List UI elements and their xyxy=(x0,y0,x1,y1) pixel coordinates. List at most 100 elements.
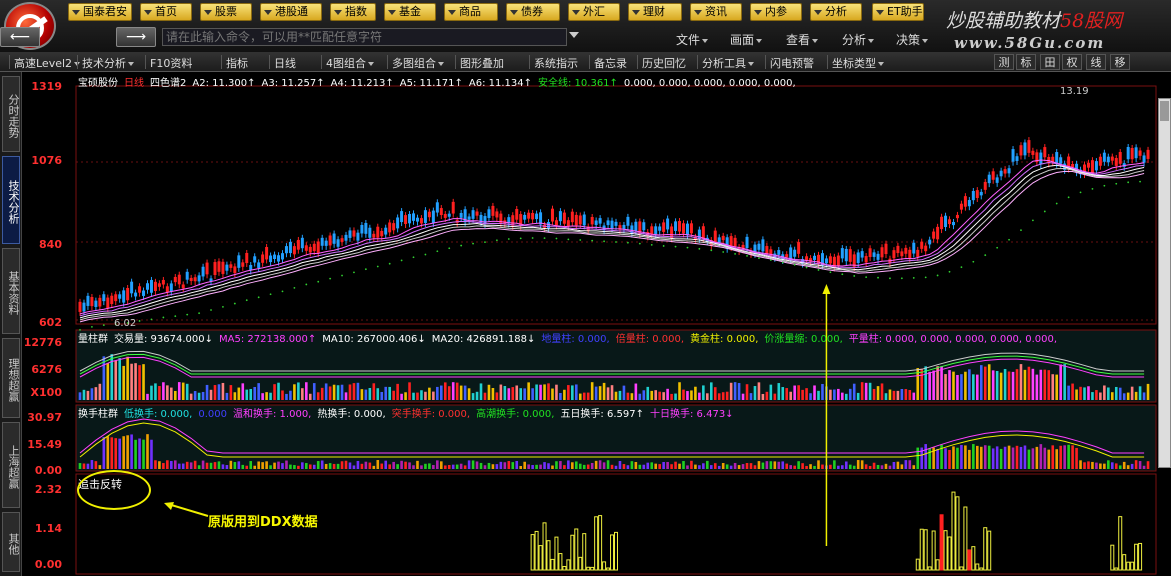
turnover-bar xyxy=(269,465,272,469)
volume-bar xyxy=(837,388,840,400)
turnover-bar xyxy=(737,465,741,469)
volume-bar xyxy=(578,393,582,400)
nav-button-4[interactable]: 指数 xyxy=(330,3,376,21)
turnover-bar xyxy=(563,465,566,469)
volume-bar xyxy=(130,363,133,400)
safety-line-dot xyxy=(710,249,713,252)
turnover-bar xyxy=(507,461,511,469)
candle-body xyxy=(173,276,177,283)
candle-body xyxy=(332,233,336,244)
toolbar-item-0[interactable]: 高速Level2 xyxy=(14,55,80,71)
candle-body xyxy=(328,235,332,246)
toolbar-item-9[interactable]: 备忘录 xyxy=(594,55,627,71)
toolbar-item-6[interactable]: 多图组合 xyxy=(392,55,444,71)
toolbar-item-10[interactable]: 历史回忆 xyxy=(642,55,686,71)
nav-button-13[interactable]: ET助手 xyxy=(872,3,924,21)
nav-button-9[interactable]: 理财 xyxy=(628,3,682,21)
menu-3[interactable]: 分析 xyxy=(842,31,874,48)
nav-button-11[interactable]: 内参 xyxy=(750,3,802,21)
nav-button-1[interactable]: 首页 xyxy=(140,3,192,21)
turnover-bar xyxy=(483,465,487,469)
toolbar-item-3[interactable]: 指标 xyxy=(226,55,248,71)
chart-area[interactable]: 宝硕股份 日线 四色谱2 A2: 11.300↑ A3: 11.257↑ A4: 11.2… xyxy=(22,72,1171,576)
volume-bar xyxy=(181,382,185,400)
candle-body xyxy=(963,196,967,207)
safety-line-dot xyxy=(567,238,570,241)
toolbar-item-4[interactable]: 日线 xyxy=(274,55,296,71)
nav-button-12[interactable]: 分析 xyxy=(810,3,862,21)
turnover-bar xyxy=(995,446,999,469)
scrollbar-thumb[interactable] xyxy=(1160,101,1169,121)
menu-4[interactable]: 决策 xyxy=(896,31,928,48)
toolbar-right-button-5[interactable]: 移 xyxy=(1110,54,1130,70)
candle-body xyxy=(1130,147,1134,160)
nav-button-2[interactable]: 股票 xyxy=(200,3,252,21)
command-dropdown-icon[interactable] xyxy=(569,32,579,38)
safety-line-dot xyxy=(460,244,463,247)
turnover-bar xyxy=(1015,445,1019,469)
toolbar-item-5[interactable]: 4图组合 xyxy=(326,55,374,71)
volume-bar xyxy=(773,393,777,400)
vertical-scrollbar[interactable] xyxy=(1158,98,1171,468)
toolbar-item-2[interactable]: F10资料 xyxy=(150,55,192,71)
turnover-bar xyxy=(380,463,384,469)
y-axis-tick: 840 xyxy=(39,238,62,251)
side-tab-3[interactable]: 理想超赢 xyxy=(2,338,20,418)
toolbar-right-button-1[interactable]: 标 xyxy=(1016,54,1036,70)
toolbar-item-12[interactable]: 闪电预警 xyxy=(770,55,814,71)
toolbar-right-button-4[interactable]: 线 xyxy=(1086,54,1106,70)
volume-bar xyxy=(400,393,403,400)
menu-0[interactable]: 文件 xyxy=(676,31,708,48)
candle-body xyxy=(793,249,797,257)
candle-body xyxy=(1055,152,1059,164)
legend-field: MA5: 272138.000↑ xyxy=(219,334,317,345)
candle-body xyxy=(439,208,443,216)
y-axis-tick: 30.97 xyxy=(27,411,62,424)
legend-label: 量柱群 xyxy=(78,334,108,345)
nav-button-8[interactable]: 外汇 xyxy=(568,3,620,21)
candle-body xyxy=(574,214,578,226)
toolbar-item-13[interactable]: 坐标类型 xyxy=(832,55,884,71)
safety-line-dot xyxy=(329,277,332,280)
turnover-bar xyxy=(432,465,435,469)
volume-bar xyxy=(1099,392,1102,400)
toolbar-right-button-0[interactable]: 测 xyxy=(994,54,1014,70)
nav-button-6[interactable]: 商品 xyxy=(444,3,498,21)
candle-body xyxy=(292,246,296,255)
volume-bar xyxy=(1007,371,1011,400)
turnover-bar xyxy=(817,460,820,469)
candle-body xyxy=(868,248,872,257)
forward-button[interactable]: ⟶ xyxy=(116,27,156,47)
turnover-bar xyxy=(404,461,407,469)
legend-field: 价涨量缩: 0.000, xyxy=(764,334,843,345)
turnover-bar xyxy=(888,465,892,469)
nav-button-7[interactable]: 债券 xyxy=(506,3,560,21)
menu-2[interactable]: 查看 xyxy=(786,31,818,48)
back-button[interactable]: ⟵ xyxy=(0,27,40,47)
command-input[interactable]: 请在此输入命令，可以用**匹配任意字符 xyxy=(162,28,567,46)
nav-button-5[interactable]: 基金 xyxy=(384,3,436,21)
toolbar-item-1[interactable]: 技术分析 xyxy=(82,55,134,71)
nav-button-3[interactable]: 港股通 xyxy=(260,3,322,21)
toolbar-item-11[interactable]: 分析工具 xyxy=(702,55,754,71)
turnover-bar xyxy=(428,463,431,469)
nav-button-10[interactable]: 资讯 xyxy=(690,3,742,21)
turnover-bar xyxy=(1027,449,1031,469)
volume-bar xyxy=(455,382,459,400)
candle-body xyxy=(1106,156,1110,163)
nav-button-0[interactable]: 国泰君安 xyxy=(68,3,132,21)
volume-bar xyxy=(265,392,268,400)
side-tab-1[interactable]: 技术分析 xyxy=(2,156,20,244)
menu-1[interactable]: 画面 xyxy=(730,31,762,48)
candle-body xyxy=(344,234,348,241)
legend-field: 0.000, 0.000, 0.000, 0.000, 0.000, xyxy=(623,78,796,89)
turnover-bar xyxy=(670,464,673,469)
toolbar-item-8[interactable]: 系统指示 xyxy=(534,55,578,71)
toolbar-item-7[interactable]: 图形叠加 xyxy=(460,55,504,71)
toolbar-right-button-2[interactable]: 田 xyxy=(1040,54,1060,70)
turnover-bar xyxy=(876,464,880,469)
legend-field: 黄金柱: 0.000, xyxy=(690,334,759,345)
candle-body xyxy=(701,226,705,240)
candle-body xyxy=(828,256,832,264)
toolbar-right-button-3[interactable]: 权 xyxy=(1062,54,1082,70)
